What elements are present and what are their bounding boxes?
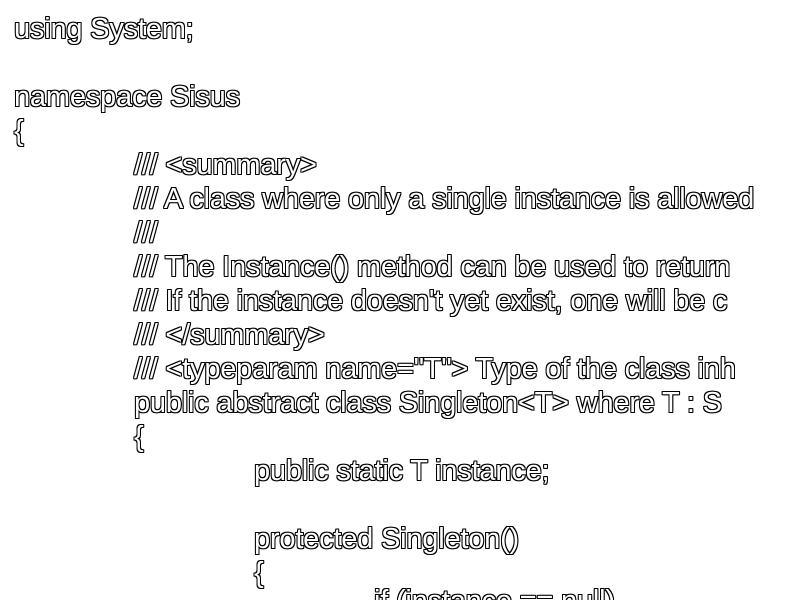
code-line-18: if (instance == null) <box>374 584 615 600</box>
code-line-10: /// </summary> <box>134 319 325 351</box>
code-line-13: { <box>134 421 144 453</box>
code-line-5: /// <summary> <box>134 149 317 181</box>
code-line-8: /// The Instance() method can be used to… <box>134 251 731 283</box>
code-line-9: /// If the instance doesn't yet exist, o… <box>134 285 728 317</box>
code-line-14: public static T instance; <box>254 455 550 487</box>
code-line-12: public abstract class Singleton<T> where… <box>134 387 722 419</box>
code-line-16: protected Singleton() <box>254 523 520 555</box>
code-editor[interactable]: using System; namespace Sisus { /// <sum… <box>0 0 800 600</box>
code-line-6: /// A class where only a single instance… <box>134 183 755 215</box>
code-line-1: using System; <box>14 13 194 45</box>
code-line-7: /// <box>134 217 158 249</box>
code-line-11: /// <typeparam name="T"> Type of the cla… <box>134 353 736 385</box>
code-line-3: namespace Sisus <box>14 81 240 113</box>
code-line-17: { <box>254 557 264 589</box>
code-line-4: { <box>14 115 24 147</box>
